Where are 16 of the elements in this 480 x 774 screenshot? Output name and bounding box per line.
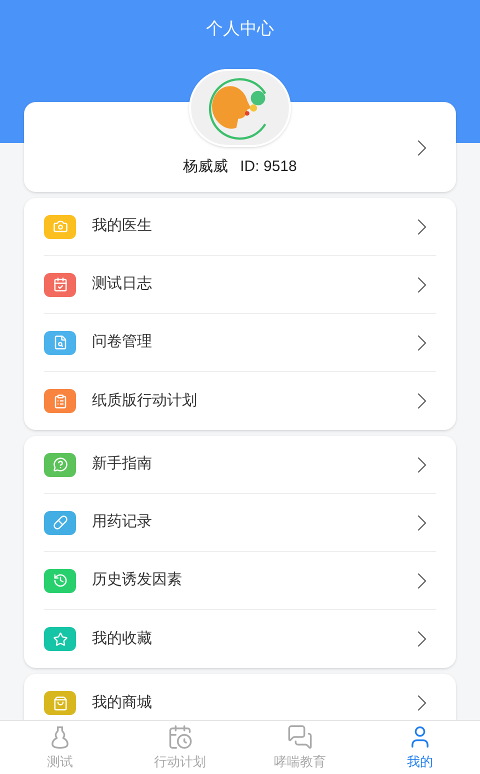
tab[interactable]: 我的 xyxy=(360,721,480,774)
menu-item[interactable]: 问卷管理 xyxy=(92,331,408,354)
calendar-clock-icon xyxy=(167,724,193,750)
menu-item[interactable]: 历史诱发因素 xyxy=(92,569,408,592)
page-title: 个人中心 xyxy=(206,18,274,40)
menu-item[interactable]: 新手指南 xyxy=(92,453,408,476)
menu-item[interactable]: 用药记录 xyxy=(92,511,408,534)
menu-item[interactable]: 我的医生 xyxy=(92,215,408,238)
profile-card[interactable]: 杨威威 ID: 9518 xyxy=(24,102,456,192)
menu-item[interactable]: 我的收藏 xyxy=(92,628,408,650)
menu-item[interactable]: 我的商城 xyxy=(92,692,408,714)
menu-item[interactable]: 纸质版行动计划 xyxy=(92,390,408,412)
user-id: ID: 9518 xyxy=(240,156,297,176)
chat-icon xyxy=(287,724,313,750)
menu-item[interactable]: 测试日志 xyxy=(92,273,408,296)
user-name: 杨威威 xyxy=(183,156,228,176)
